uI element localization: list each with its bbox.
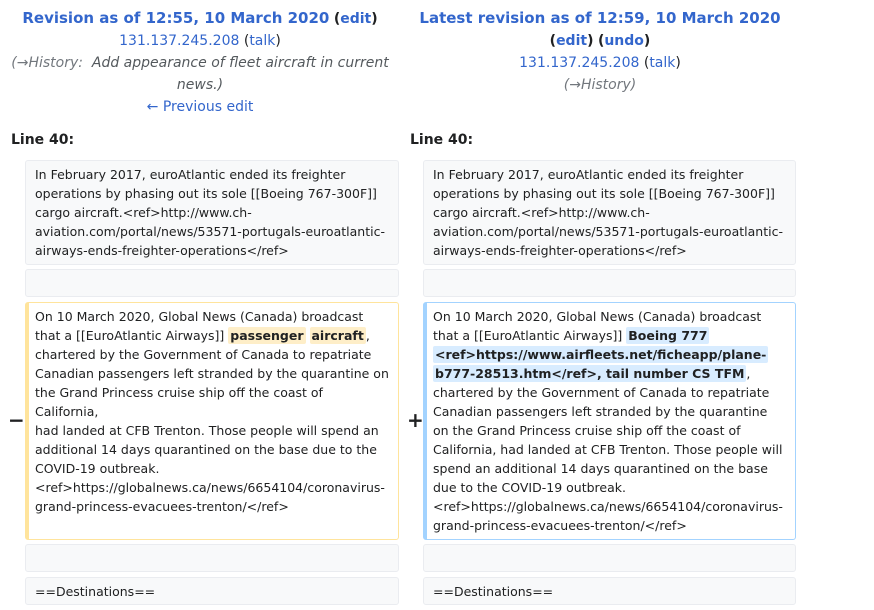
undo-link[interactable]: undo	[604, 33, 644, 49]
right-user-link[interactable]: 131.137.245.208	[519, 55, 639, 71]
right-edit-summary: (→History)	[400, 74, 800, 96]
previous-edit-link[interactable]: ← Previous edit	[147, 99, 254, 115]
added-text: <ref>https://www.airfleets.net/ficheapp/…	[433, 346, 769, 363]
context-left-blank	[25, 269, 399, 297]
deleted-paragraph: On 10 March 2020, Global News (Canada) b…	[25, 302, 399, 540]
right-edit-link[interactable]: edit	[556, 33, 587, 49]
left-history-section-link[interactable]: (→History:	[11, 55, 83, 71]
left-line-number: Line 40:	[11, 132, 75, 148]
context-right-blank-2	[423, 544, 796, 572]
added-paragraph: On 10 March 2020, Global News (Canada) b…	[423, 302, 796, 540]
right-history-section-link[interactable]: (→History)	[564, 77, 636, 93]
context-left-blank-2	[25, 544, 399, 572]
deleted-word: passenger	[228, 327, 306, 344]
left-user-link[interactable]: 131.137.245.208	[119, 33, 239, 49]
left-edit-link[interactable]: edit	[340, 11, 371, 27]
left-talk-link[interactable]: talk	[249, 33, 275, 49]
added-line-marker: +	[407, 408, 424, 432]
right-talk-link[interactable]: talk	[649, 55, 675, 71]
context-left-destinations: ==Destinations==	[25, 577, 399, 605]
left-edit-summary: (→History: Add appearance of fleet aircr…	[11, 55, 389, 93]
right-revision-header: Latest revision as of 12:59, 10 March 20…	[400, 7, 800, 96]
right-line-number: Line 40:	[410, 132, 474, 148]
context-left-paragraph: In February 2017, euroAtlantic ended its…	[25, 160, 399, 265]
context-right-blank	[423, 269, 796, 297]
context-right-destinations: ==Destinations==	[423, 577, 796, 605]
context-right-paragraph: In February 2017, euroAtlantic ended its…	[423, 160, 796, 265]
added-text: b777-28513.htm</ref>, tail number CS TFM	[433, 365, 747, 382]
added-text: Boeing 777	[626, 327, 710, 344]
left-revision-header: Revision as of 12:55, 10 March 2020 (edi…	[0, 7, 400, 118]
deleted-line-marker: −	[8, 408, 25, 432]
left-revision-title[interactable]: Revision as of 12:55, 10 March 2020	[22, 9, 329, 27]
deleted-word: aircraft	[309, 327, 366, 344]
right-revision-title[interactable]: Latest revision as of 12:59, 10 March 20…	[419, 9, 780, 27]
